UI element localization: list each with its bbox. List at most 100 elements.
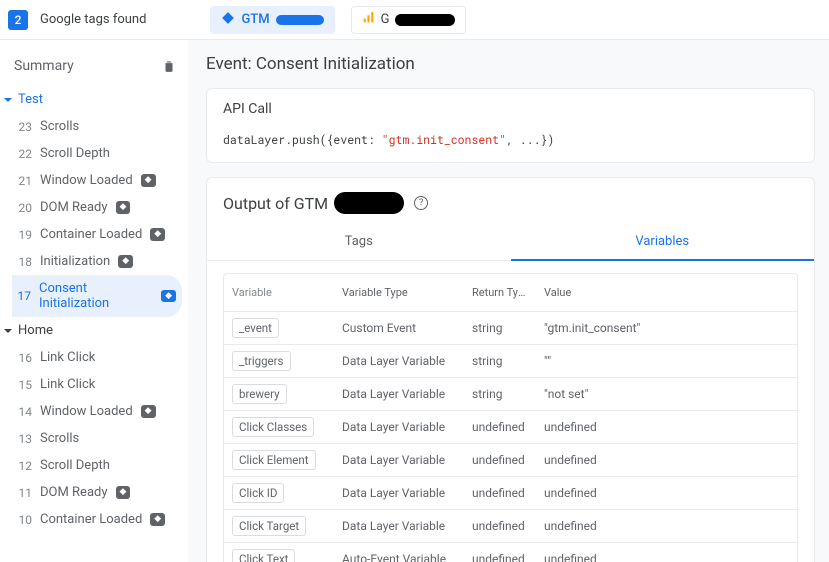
main-panel: Event: Consent Initialization API Call d… xyxy=(188,40,829,562)
cell-return-type: string xyxy=(464,381,536,407)
help-icon[interactable]: ? xyxy=(414,196,428,210)
sidebar-event-item[interactable]: 23 Scrolls xyxy=(12,113,182,140)
tags-found-label: Google tags found xyxy=(40,12,146,27)
sidebar-group-test[interactable]: Test xyxy=(12,86,182,113)
ga-pill-prefix: G xyxy=(381,12,390,27)
group-test-label: Test xyxy=(18,92,43,107)
variable-chip[interactable]: brewery xyxy=(232,384,287,404)
table-row[interactable]: Click TargetData Layer Variableundefined… xyxy=(224,510,797,543)
tab-variables[interactable]: Variables xyxy=(511,224,815,261)
cell-value: undefined xyxy=(536,513,797,539)
cell-return-type: undefined xyxy=(464,480,536,506)
event-number: 13 xyxy=(16,432,32,446)
variable-chip[interactable]: Click Element xyxy=(232,450,316,470)
cell-variable-type: Custom Event xyxy=(334,315,464,341)
table-row[interactable]: Click ElementData Layer Variableundefine… xyxy=(224,444,797,477)
cell-variable: _event xyxy=(224,312,334,344)
event-chip-icon: ◆ xyxy=(116,486,131,499)
event-number: 17 xyxy=(16,289,31,303)
variable-chip[interactable]: _event xyxy=(232,318,279,338)
api-call-header: API Call xyxy=(207,89,814,125)
sidebar-event-item[interactable]: 16Link Click xyxy=(12,344,182,371)
th-variable: Variable xyxy=(224,280,334,305)
sidebar-event-item[interactable]: 20 DOM Ready ◆ xyxy=(12,194,182,221)
tab-tags[interactable]: Tags xyxy=(207,224,511,260)
sidebar-event-item[interactable]: 12Scroll Depth xyxy=(12,452,182,479)
event-number: 19 xyxy=(16,228,32,242)
sidebar-event-item[interactable]: 17 Consent Initialization ◆ xyxy=(12,275,182,317)
sidebar-event-item[interactable]: 19 Container Loaded ◆ xyxy=(12,221,182,248)
cell-return-type: string xyxy=(464,315,536,341)
table-header-row: Variable Variable Type Return Type Value xyxy=(224,274,797,312)
sidebar-summary-row[interactable]: Summary xyxy=(12,54,182,86)
gtm-pill-prefix: GTM xyxy=(241,12,269,27)
delete-icon[interactable] xyxy=(162,59,176,73)
event-number: 21 xyxy=(16,174,32,188)
output-header: Output of GTM ? xyxy=(207,178,814,224)
analytics-icon xyxy=(362,11,375,28)
table-row[interactable]: brewery Data Layer Variablestring"not set… xyxy=(224,378,797,411)
event-chip-icon: ◆ xyxy=(141,405,156,418)
sidebar-event-item[interactable]: 14 Window Loaded ◆ xyxy=(12,398,182,425)
table-row[interactable]: Click ClassesData Layer Variableundefine… xyxy=(224,411,797,444)
table-row[interactable]: _eventCustom Eventstring"gtm.init_consen… xyxy=(224,312,797,345)
variable-chip[interactable]: Click Classes xyxy=(232,417,314,437)
cell-variable: Click Target xyxy=(224,510,334,542)
event-chip-icon: ◆ xyxy=(116,201,131,214)
cell-value: undefined xyxy=(536,414,797,440)
cell-return-type: undefined xyxy=(464,447,536,473)
cell-value: undefined xyxy=(536,447,797,473)
sidebar-group-home[interactable]: Home xyxy=(12,317,182,344)
event-title: Event: Consent Initialization xyxy=(206,54,815,74)
cell-return-type: undefined xyxy=(464,414,536,440)
cell-value: undefined xyxy=(536,546,797,562)
gtm-id-redacted xyxy=(276,15,324,25)
sidebar-event-item[interactable]: 21Window Loaded◆ xyxy=(12,167,182,194)
code-pre: dataLayer.push({event: xyxy=(223,133,382,148)
event-label: Container Loaded xyxy=(40,227,142,242)
event-number: 22 xyxy=(16,147,32,161)
th-return-type: Return Type xyxy=(464,280,536,305)
sidebar-event-item[interactable]: 10Container Loaded◆ xyxy=(12,506,182,533)
summary-label: Summary xyxy=(14,58,74,74)
cell-variable-type: Data Layer Variable xyxy=(334,381,464,407)
cell-return-type: undefined xyxy=(464,513,536,539)
table-row[interactable]: Click TextAuto-Event Variableundefinedun… xyxy=(224,543,797,562)
cell-variable: brewery xyxy=(224,378,334,410)
sidebar-event-item[interactable]: 11DOM Ready◆ xyxy=(12,479,182,506)
variable-chip[interactable]: Click Text xyxy=(232,549,295,562)
event-chip-icon: ◆ xyxy=(161,290,176,303)
event-label: Scrolls xyxy=(40,431,79,446)
event-number: 20 xyxy=(16,201,32,215)
cell-variable-type: Data Layer Variable xyxy=(334,414,464,440)
sidebar-event-item[interactable]: 22Scroll Depth xyxy=(12,140,182,167)
cell-value: undefined xyxy=(536,480,797,506)
cell-return-type: string xyxy=(464,348,536,374)
cell-value: "not set" xyxy=(536,381,797,407)
event-number: 23 xyxy=(16,120,32,134)
table-row[interactable]: Click IDData Layer Variableundefinedunde… xyxy=(224,477,797,510)
sidebar-event-item[interactable]: 13 Scrolls xyxy=(12,425,182,452)
event-number: 14 xyxy=(16,405,32,419)
event-label: Window Loaded xyxy=(40,404,133,419)
cell-variable-type: Data Layer Variable xyxy=(334,480,464,506)
sidebar-event-item[interactable]: 18Initialization◆ xyxy=(12,248,182,275)
event-label: Scroll Depth xyxy=(40,458,110,473)
event-label: Scrolls xyxy=(40,119,79,134)
tag-pill-ga[interactable]: G xyxy=(351,6,467,34)
caret-down-icon xyxy=(4,329,12,333)
tag-pill-gtm[interactable]: GTM xyxy=(210,6,334,34)
variable-chip[interactable]: _triggers xyxy=(232,351,291,371)
variable-chip[interactable]: Click ID xyxy=(232,483,284,503)
code-string: "gtm.init_consent" xyxy=(382,133,506,148)
event-label: Link Click xyxy=(40,350,95,365)
sidebar-event-item[interactable]: 15Link Click xyxy=(12,371,182,398)
api-call-code: dataLayer.push({event: "gtm.init_consent… xyxy=(207,125,814,162)
table-row[interactable]: _triggersData Layer Variablestring"" xyxy=(224,345,797,378)
variable-chip[interactable]: Click Target xyxy=(232,516,306,536)
event-label: DOM Ready xyxy=(40,200,108,215)
event-chip-icon: ◆ xyxy=(150,228,165,241)
event-label: Consent Initialization xyxy=(39,281,153,311)
cell-variable: Click Element xyxy=(224,444,334,476)
gtm-icon xyxy=(221,11,235,29)
